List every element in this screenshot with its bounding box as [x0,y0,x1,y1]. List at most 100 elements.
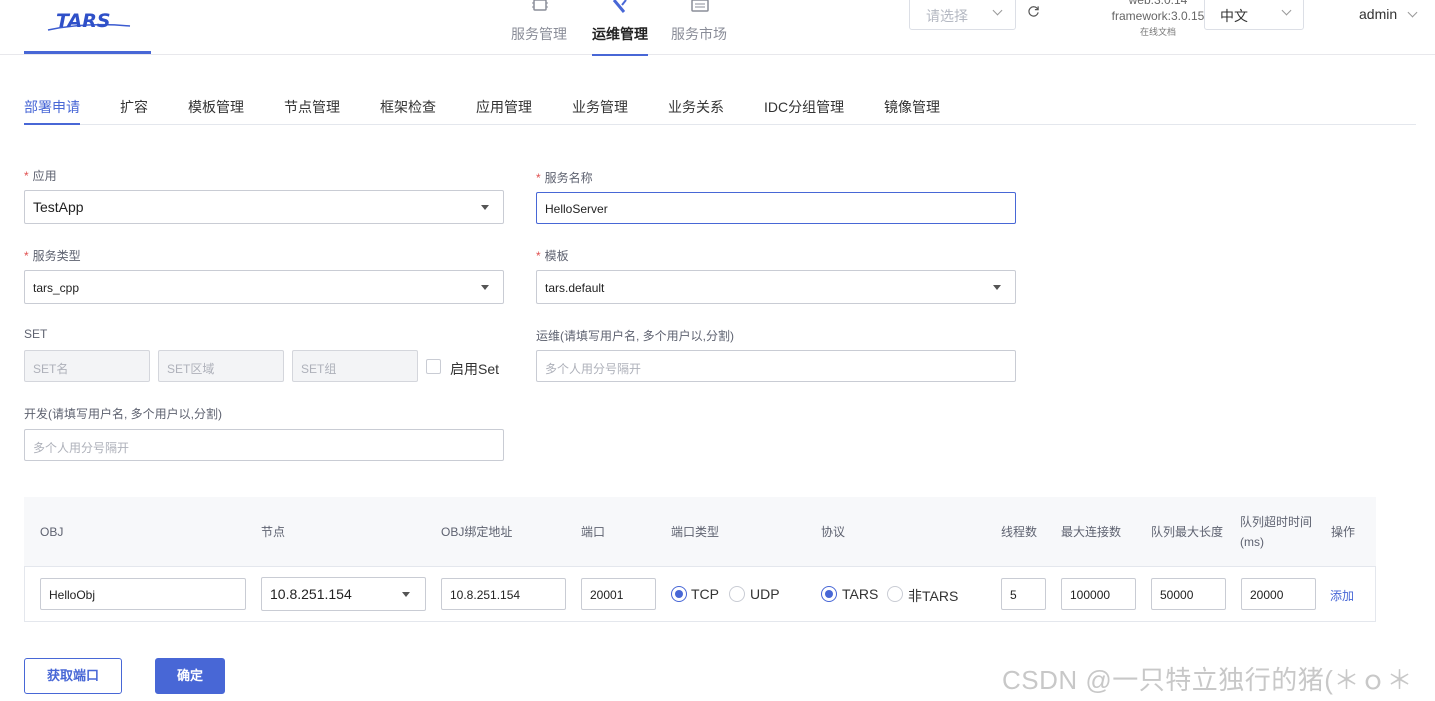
set-label: SET [24,327,48,341]
add-obj-link[interactable]: 添加 [1330,587,1354,604]
tabs-divider [24,124,1416,125]
docs-link[interactable]: 在线文档 [1106,24,1210,40]
set-area-placeholder: SET区域 [167,362,215,376]
tenant-select[interactable]: 请选择 [909,0,1016,30]
enable-set-checkbox[interactable] [426,359,441,374]
tars-logo[interactable]: TARS [46,4,132,34]
protocol-tars-radio[interactable] [821,586,837,602]
set-name-placeholder: SET名 [33,362,69,376]
th-action: 操作 [1331,525,1356,539]
tools-icon [612,0,627,13]
tab-business[interactable]: 业务管理 [572,97,628,117]
bind-address-input[interactable]: 10.8.251.154 [441,578,566,610]
node-select[interactable]: 10.8.251.154 [261,577,426,611]
nav-service-market[interactable]: 服务市场 [671,0,727,44]
queue-timeout-input[interactable]: 20000 [1241,578,1316,610]
chevron-down-icon [1281,5,1292,16]
dev-label: 开发(请填写用户名, 多个用户以,分割) [24,407,222,421]
th-node: 节点 [261,525,286,539]
template-value: tars.default [545,281,605,295]
svg-text:TARS: TARS [56,10,111,32]
tab-template[interactable]: 模板管理 [188,97,244,117]
nav-label: 运维管理 [592,26,648,42]
caret-down-icon [993,285,1001,290]
server-name-label: * 服务名称 [536,171,593,185]
ops-placeholder: 多个人用分号隔开 [545,362,642,376]
set-name-input[interactable]: SET名 [24,350,150,382]
user-menu[interactable]: admin [1359,6,1418,22]
port-type-udp-label: UDP [750,586,780,602]
th-port: 端口 [581,525,606,539]
server-name-input[interactable]: HelloServer [536,192,1016,224]
protocol-non-tars-radio[interactable] [887,586,903,602]
port-type-tcp-radio[interactable] [671,586,687,602]
enable-set-label: 启用Set [450,361,500,377]
th-bind-address: OBJ绑定地址 [441,525,513,539]
nav-divider [0,54,1435,55]
th-port-type: 端口类型 [671,525,720,539]
caret-down-icon [481,285,489,290]
th-obj: OBJ [40,525,64,539]
tab-idc-group[interactable]: IDC分组管理 [764,97,844,117]
app-label: * 应用 [24,169,57,183]
obj-value: HelloObj [49,588,96,602]
port-input[interactable]: 20001 [581,578,656,610]
nav-ops-management[interactable]: 运维管理 [592,0,648,44]
template-select[interactable]: tars.default [536,270,1016,304]
version-web: web:3.0.14 [1128,0,1188,7]
protocol-tars-label: TARS [842,586,879,602]
port-type-udp-radio[interactable] [729,586,745,602]
server-type-value: tars_cpp [33,281,80,295]
tab-deploy-apply[interactable]: 部署申请 [24,97,80,117]
nav-label: 服务市场 [671,26,727,42]
set-group-input[interactable]: SET组 [292,350,418,382]
get-port-button[interactable]: 获取端口 [24,658,122,694]
nav-active-indicator [592,54,648,56]
queue-timeout-value: 20000 [1250,588,1284,602]
confirm-button[interactable]: 确定 [155,658,225,694]
th-max-connections: 最大连接数 [1061,525,1122,539]
max-connections-value: 100000 [1070,588,1111,602]
ops-input[interactable]: 多个人用分号隔开 [536,350,1016,382]
max-connections-input[interactable]: 100000 [1061,578,1136,610]
tab-image[interactable]: 镜像管理 [884,97,940,117]
caret-down-icon [481,205,489,210]
language-select[interactable]: 中文 [1204,0,1304,30]
threads-input[interactable]: 5 [1001,578,1046,610]
chevron-down-icon [992,5,1003,16]
port-value: 20001 [590,588,624,602]
set-area-input[interactable]: SET区域 [158,350,284,382]
refresh-icon[interactable] [1027,5,1040,18]
version-framework: framework:3.0.15 [1111,9,1205,23]
tab-active-indicator [24,123,80,125]
dev-placeholder: 多个人用分号隔开 [33,441,130,455]
tab-business-relation[interactable]: 业务关系 [668,97,724,117]
nav-service-management[interactable]: 服务管理 [511,0,567,44]
obj-input[interactable]: HelloObj [40,578,246,610]
tab-app[interactable]: 应用管理 [476,97,532,117]
tab-expand[interactable]: 扩容 [120,97,148,117]
port-type-tcp-label: TCP [691,586,719,602]
protocol-non-tars-label: 非TARS [908,588,959,604]
chevron-down-icon [1407,7,1418,18]
server-type-select[interactable]: tars_cpp [24,270,504,304]
chip-icon [532,0,548,11]
queue-length-value: 50000 [1160,588,1194,602]
tab-framework-check[interactable]: 框架检查 [380,97,436,117]
th-queue-length: 队列最大长度 [1151,525,1224,539]
language-value: 中文 [1220,8,1248,24]
list-icon [691,0,709,12]
th-queue-timeout: 队列超时时间 (ms) [1240,515,1313,549]
tenant-placeholder: 请选择 [926,8,968,24]
app-select[interactable]: TestApp [24,190,504,224]
set-group-placeholder: SET组 [301,362,337,376]
bind-address-value: 10.8.251.154 [450,588,521,602]
tab-node[interactable]: 节点管理 [284,97,340,117]
dev-input[interactable]: 多个人用分号隔开 [24,429,504,461]
ops-label: 运维(请填写用户名, 多个用户以,分割) [536,329,734,343]
threads-value: 5 [1010,588,1017,602]
server-type-label: * 服务类型 [24,249,81,263]
queue-length-input[interactable]: 50000 [1151,578,1226,610]
th-threads: 线程数 [1001,525,1038,539]
server-name-value: HelloServer [545,202,608,216]
